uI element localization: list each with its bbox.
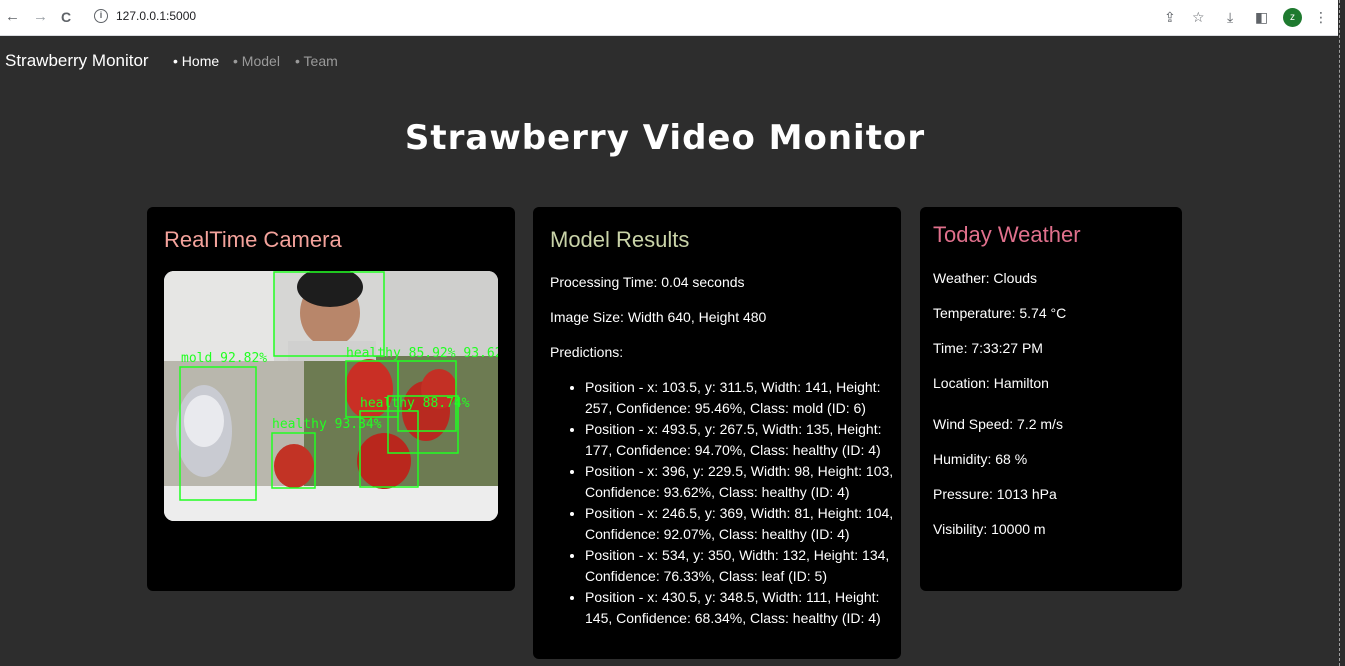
browser-toolbar: ← → C i 127.0.0.1:5000 ⇪ ☆ ⤓ ◧ z ⋮ xyxy=(0,0,1338,36)
weather-wind-speed: Wind Speed: 7.2 m/s xyxy=(933,416,1063,432)
forward-icon[interactable]: → xyxy=(33,7,48,27)
brand-logo[interactable]: Strawberry Monitor xyxy=(5,51,149,71)
prediction-item: Position - x: 493.5, y: 267.5, Width: 13… xyxy=(585,419,903,461)
weather-temperature: Temperature: 5.74 °C xyxy=(933,305,1067,321)
detection-label: healthy 85.92% 93.62% xyxy=(346,346,498,361)
weather-heading: Today Weather xyxy=(933,222,1081,247)
camera-card: RealTime Camera mold 92.82% healthy 93.3… xyxy=(147,207,515,591)
share-icon[interactable]: ⇪ xyxy=(1164,8,1176,26)
back-icon[interactable]: ← xyxy=(5,7,20,27)
weather-location: Location: Hamilton xyxy=(933,375,1049,391)
site-info-icon[interactable]: i xyxy=(94,9,108,23)
weather-visibility: Visibility: 10000 m xyxy=(933,521,1046,537)
download-icon[interactable]: ⤓ xyxy=(1227,8,1233,26)
prediction-item: Position - x: 246.5, y: 369, Width: 81, … xyxy=(585,503,903,545)
camera-feed: mold 92.82% healthy 93.34% healthy 88.74… xyxy=(164,271,498,521)
weather-pressure: Pressure: 1013 hPa xyxy=(933,486,1057,502)
side-panel-icon[interactable]: ◧ xyxy=(1255,8,1268,26)
prediction-item: Position - x: 396, y: 229.5, Width: 98, … xyxy=(585,461,903,503)
predictions-label: Predictions: xyxy=(550,344,624,360)
address-bar[interactable]: 127.0.0.1:5000 xyxy=(116,9,196,23)
camera-image: mold 92.82% healthy 93.34% healthy 88.74… xyxy=(164,271,498,521)
prediction-item: Position - x: 430.5, y: 348.5, Width: 11… xyxy=(585,587,903,629)
weather-humidity: Humidity: 68 % xyxy=(933,451,1028,467)
weather-time: Time: 7:33:27 PM xyxy=(933,340,1043,356)
nav-item-model[interactable]: • Model xyxy=(233,53,280,69)
image-size: Image Size: Width 640, Height 480 xyxy=(550,309,767,325)
profile-avatar[interactable]: z xyxy=(1283,8,1302,27)
nav-label: Team xyxy=(303,53,338,69)
reload-icon[interactable]: C xyxy=(61,7,71,27)
nav-item-team[interactable]: • Team xyxy=(295,53,338,69)
nav-label: Home xyxy=(181,53,220,69)
detection-label: healthy 93.34% xyxy=(272,417,382,432)
processing-time: Processing Time: 0.04 seconds xyxy=(550,274,745,290)
bookmark-star-icon[interactable]: ☆ xyxy=(1192,8,1205,26)
prediction-item: Position - x: 103.5, y: 311.5, Width: 14… xyxy=(585,377,903,419)
nav-item-home[interactable]: • Home xyxy=(173,53,219,69)
detection-label: healthy 88.74% xyxy=(360,396,470,411)
weather-condition: Weather: Clouds xyxy=(933,270,1038,286)
page-title: Strawberry Video Monitor xyxy=(404,118,926,158)
results-heading: Model Results xyxy=(550,227,690,252)
predictions-list: Position - x: 103.5, y: 311.5, Width: 14… xyxy=(550,377,903,629)
weather-card: Today Weather Weather: Clouds Temperatur… xyxy=(920,207,1182,591)
camera-heading: RealTime Camera xyxy=(164,227,342,252)
prediction-item: Position - x: 534, y: 350, Width: 132, H… xyxy=(585,545,903,587)
detection-label: mold 92.82% xyxy=(181,351,267,366)
page-edge xyxy=(1339,0,1340,666)
menu-kebab-icon[interactable]: ⋮ xyxy=(1314,8,1328,26)
results-card: Model Results Processing Time: 0.04 seco… xyxy=(533,207,901,659)
nav-label: Model xyxy=(241,53,280,69)
